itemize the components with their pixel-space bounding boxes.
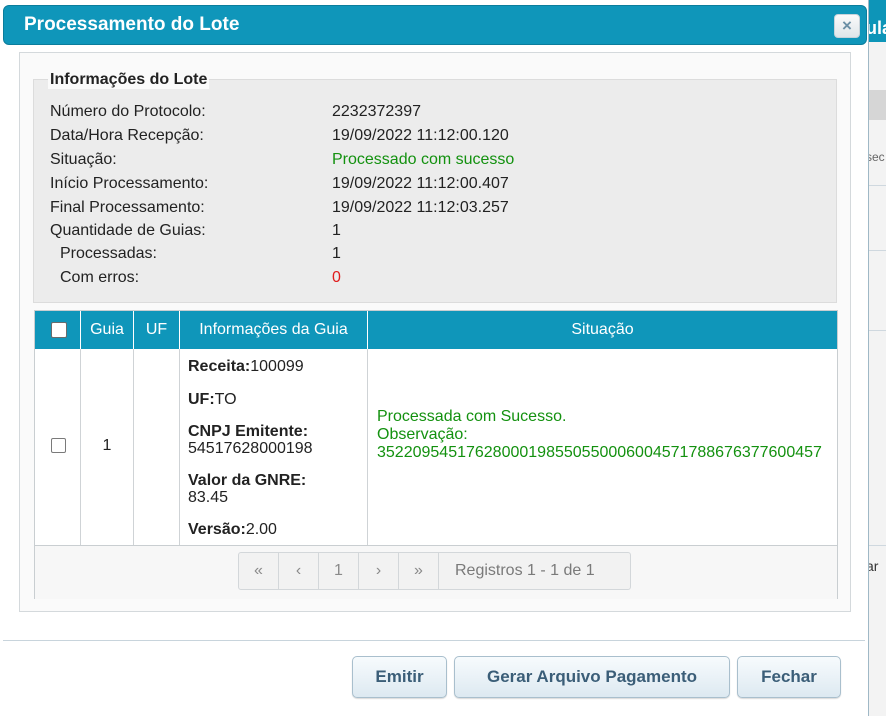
- prev-page-button[interactable]: ‹: [279, 553, 319, 589]
- guias-table: Guia UF Informações da Guia Situação 1 R…: [34, 310, 838, 599]
- background-divider: [866, 330, 886, 331]
- inicio-value: 19/09/2022 11:12:00.407: [332, 175, 509, 192]
- processadas-value: 1: [332, 245, 341, 262]
- dialog-titlebar[interactable]: Processamento do Lote ×: [3, 5, 867, 45]
- receita-value: 100099: [250, 358, 304, 375]
- header-guia: Guia: [81, 311, 134, 349]
- fechar-button[interactable]: Fechar: [737, 656, 841, 698]
- situacao-value: Processado com sucesso: [332, 151, 515, 168]
- info-lote-legend: Informações do Lote: [48, 71, 210, 89]
- quantidade-value: 1: [332, 222, 341, 239]
- versao-label: Versão:: [188, 521, 246, 538]
- next-page-button[interactable]: ›: [359, 553, 399, 589]
- first-page-button[interactable]: «: [239, 553, 279, 589]
- observacao-value: 3522095451762800019855055000600457178867…: [377, 444, 822, 461]
- background-titlebar: ula: [866, 0, 886, 42]
- background-panel: [866, 90, 886, 120]
- uf-value: TO: [214, 391, 237, 408]
- cnpj-field: CNPJ Emitente: 54517628000198: [188, 423, 313, 457]
- cnpj-value: 54517628000198: [188, 440, 313, 457]
- valor-label: Valor da GNRE:: [188, 472, 307, 489]
- receita-field: Receita:100099: [188, 358, 304, 375]
- header-informacoes: Informações da Guia: [180, 311, 368, 349]
- uf-field: UF:TO: [188, 391, 237, 408]
- close-icon[interactable]: ×: [834, 14, 860, 38]
- uf-label: UF:: [188, 391, 215, 408]
- situacao-text: Processada com Sucesso. Observação: 3522…: [377, 408, 833, 462]
- recepcao-label: Data/Hora Recepção:: [50, 127, 204, 144]
- versao-value: 2.00: [245, 521, 277, 538]
- situacao-status: Processada com Sucesso.: [377, 408, 567, 425]
- com-erros-value: 0: [332, 269, 341, 286]
- background-title: ula: [866, 18, 886, 38]
- row-select-cell: [35, 349, 81, 545]
- background-window: ula sec ar: [866, 0, 886, 716]
- footer-divider: [3, 640, 865, 641]
- header-uf: UF: [134, 311, 180, 349]
- processadas-label: Processadas:: [60, 245, 157, 262]
- dialog-content: Informações do Lote Número do Protocolo:…: [19, 52, 851, 612]
- valor-field: Valor da GNRE: 83.45: [188, 472, 306, 506]
- versao-field: Versão:2.00: [188, 521, 277, 538]
- com-erros-label: Com erros:: [60, 269, 140, 286]
- background-divider: [866, 250, 886, 251]
- guia-cell: 1: [81, 349, 134, 545]
- observacao-label: Observação:: [377, 426, 468, 443]
- emitir-button[interactable]: Emitir: [352, 656, 447, 698]
- row-checkbox[interactable]: [51, 438, 66, 453]
- pagination-bar: « ‹ 1 › » Registros 1 - 1 de 1: [35, 545, 837, 599]
- table-header: Guia UF Informações da Guia Situação: [35, 311, 837, 349]
- protocolo-value: 2232372397: [332, 103, 421, 120]
- informacoes-cell: Receita:100099 UF:TO CNPJ Emitente: 54517…: [180, 349, 368, 545]
- protocolo-label: Número do Protocolo:: [50, 103, 206, 120]
- processamento-dialog: Processamento do Lote × Informações do L…: [0, 0, 869, 716]
- quantidade-label: Quantidade de Guias:: [50, 222, 206, 239]
- valor-value: 83.45: [188, 489, 229, 506]
- cnpj-label: CNPJ Emitente:: [188, 423, 309, 440]
- header-situacao: Situação: [571, 321, 634, 338]
- final-value: 19/09/2022 11:12:03.257: [332, 199, 509, 216]
- situacao-cell: Processada com Sucesso. Observação: 3522…: [368, 349, 837, 545]
- recepcao-value: 19/09/2022 11:12:00.120: [332, 127, 509, 144]
- select-all-checkbox[interactable]: [51, 322, 67, 338]
- page-number-button[interactable]: 1: [319, 553, 359, 589]
- gerar-arquivo-button[interactable]: Gerar Arquivo Pagamento: [454, 656, 730, 698]
- inicio-label: Início Processamento:: [50, 175, 209, 192]
- situacao-label: Situação:: [50, 151, 117, 168]
- guia-number: 1: [102, 437, 112, 454]
- pager-info: Registros 1 - 1 de 1: [455, 562, 595, 579]
- last-page-button[interactable]: »: [399, 553, 439, 589]
- background-divider: [866, 545, 886, 546]
- uf-cell: [134, 349, 180, 545]
- pager: « ‹ 1 › » Registros 1 - 1 de 1: [238, 552, 631, 590]
- final-label: Final Processamento:: [50, 199, 205, 216]
- header-select-all[interactable]: [35, 311, 81, 349]
- receita-label: Receita:: [188, 358, 251, 375]
- dialog-title: Processamento do Lote: [24, 14, 240, 35]
- background-divider: [866, 185, 886, 186]
